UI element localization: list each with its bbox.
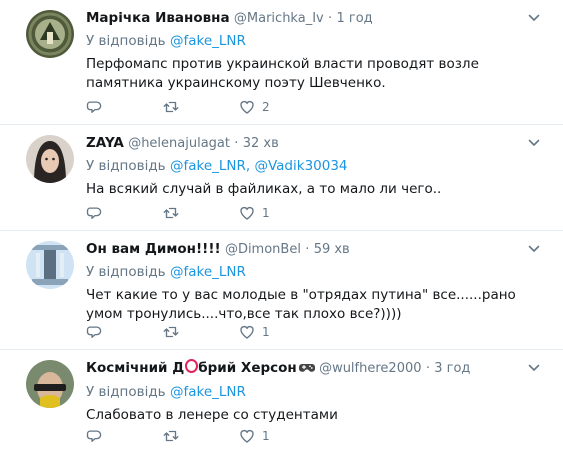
reply-mention[interactable]: @fake_LNR [170, 264, 246, 280]
chevron-down-icon[interactable] [527, 241, 541, 255]
tweet-text: На всякий случай в файликах, а то мало л… [86, 181, 442, 197]
author-name[interactable]: Космічний Д брий Херсон [86, 359, 315, 379]
like-button[interactable]: 1 [238, 323, 314, 341]
reply-button[interactable] [86, 427, 162, 445]
timestamp[interactable]: 3 год [434, 361, 470, 376]
reply-mention[interactable]: @Vadik30034 [254, 158, 347, 174]
separator-dot: · [425, 361, 430, 376]
like-count: 1 [262, 206, 270, 220]
retweet-button[interactable] [162, 427, 238, 445]
reply-mention[interactable]: @fake_LNR [170, 384, 246, 400]
chevron-down-icon[interactable] [527, 10, 541, 24]
author-handle[interactable]: @wulfhere2000 [319, 361, 421, 376]
avatar[interactable] [26, 360, 74, 408]
reply-button[interactable] [86, 323, 162, 341]
like-button[interactable]: 2 [238, 98, 314, 116]
author-name-part: Космічний Д [86, 360, 185, 376]
reply-button[interactable] [86, 204, 162, 222]
heart-icon [238, 204, 256, 222]
avatar[interactable] [26, 241, 74, 289]
tweet-text: Чет какие то у вас молодые в "отрядах пу… [86, 287, 516, 322]
reply-icon [86, 204, 104, 222]
tweet-4[interactable]: Космічний Д брий Херсон @wulfhere2000 · 3… [0, 350, 563, 453]
author-name[interactable]: Он вам Димон!!!! [86, 241, 221, 257]
timestamp[interactable]: 1 год [336, 11, 372, 26]
tweet-1[interactable]: Марічка Ивановна @Marichka_Iv · 1 год У … [0, 0, 563, 125]
heart-icon [238, 427, 256, 445]
reply-prefix: У відповідь [86, 158, 166, 174]
tweet-text: Слабовато в ленере со студентами [86, 407, 338, 423]
heart-icon [238, 323, 256, 341]
reply-button[interactable] [86, 98, 162, 116]
author-handle[interactable]: @helenajulagat [128, 136, 230, 151]
author-handle[interactable]: @DimonBel [225, 242, 301, 257]
tweet-text: Перфомапс против украинской власти прово… [86, 56, 479, 91]
timestamp[interactable]: 32 хв [243, 136, 279, 151]
retweet-icon [162, 98, 180, 116]
like-button[interactable]: 1 [238, 427, 314, 445]
retweet-icon [162, 204, 180, 222]
tweet-3[interactable]: Он вам Димон!!!! @DimonBel · 59 хв У від… [0, 231, 563, 350]
like-count: 2 [262, 100, 270, 114]
retweet-button[interactable] [162, 204, 238, 222]
reply-prefix: У відповідь [86, 33, 166, 49]
separator-dot: · [234, 136, 239, 151]
reply-prefix: У відповідь [86, 384, 166, 400]
avatar[interactable] [26, 135, 74, 183]
chevron-down-icon[interactable] [527, 360, 541, 374]
retweet-icon [162, 323, 180, 341]
separator-dot: · [305, 242, 310, 257]
author-name-part: брий Херсон [198, 360, 297, 376]
red-circle-icon [185, 359, 199, 373]
author-name[interactable]: Марічка Ивановна [86, 10, 230, 26]
tweet-2[interactable]: ZAYA @helenajulagat · 32 хв У відповідь … [0, 125, 563, 231]
reply-mention[interactable]: @fake_LNR [170, 33, 246, 49]
separator-dot: · [328, 11, 333, 26]
like-count: 1 [262, 429, 270, 443]
reply-icon [86, 427, 104, 445]
reply-icon [86, 98, 104, 116]
gamepad-icon [298, 361, 315, 379]
like-count: 1 [262, 325, 270, 339]
avatar[interactable] [26, 10, 74, 58]
heart-icon [238, 98, 256, 116]
author-name[interactable]: ZAYA [86, 135, 124, 151]
timestamp[interactable]: 59 хв [314, 242, 350, 257]
chevron-down-icon[interactable] [527, 135, 541, 149]
reply-icon [86, 323, 104, 341]
reply-prefix: У відповідь [86, 264, 166, 280]
retweet-icon [162, 427, 180, 445]
like-button[interactable]: 1 [238, 204, 314, 222]
retweet-button[interactable] [162, 323, 238, 341]
author-handle[interactable]: @Marichka_Iv [234, 11, 324, 26]
reply-mention[interactable]: @fake_LNR, [170, 158, 250, 174]
retweet-button[interactable] [162, 98, 238, 116]
